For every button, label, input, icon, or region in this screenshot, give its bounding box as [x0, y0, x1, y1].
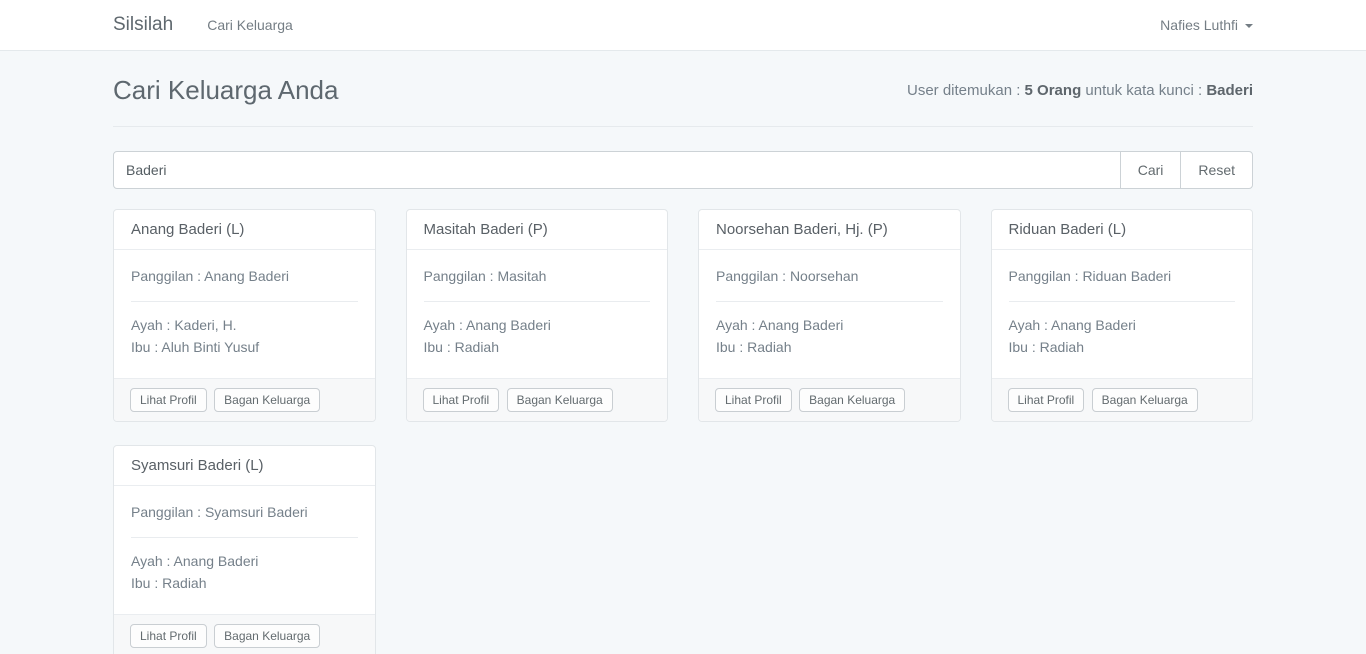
bagan-keluarga-button[interactable]: Bagan Keluarga	[214, 624, 320, 648]
search-input[interactable]	[113, 151, 1121, 189]
person-card: Noorsehan Baderi, Hj. (P) Panggilan : No…	[698, 209, 961, 422]
person-card-footer: Lihat Profil Bagan Keluarga	[407, 378, 668, 421]
person-card-body: Panggilan : Anang Baderi Ayah : Kaderi, …	[114, 250, 375, 378]
person-card-title: Noorsehan Baderi, Hj. (P)	[699, 210, 960, 250]
lihat-profil-button[interactable]: Lihat Profil	[130, 624, 207, 648]
result-prefix: User ditemukan :	[907, 82, 1025, 99]
person-mother: Ibu : Radiah	[1009, 336, 1236, 358]
person-mother: Ibu : Aluh Binti Yusuf	[131, 336, 358, 358]
result-middle: untuk kata kunci :	[1081, 82, 1206, 99]
search-form: Cari Reset	[113, 151, 1253, 189]
lihat-profil-button[interactable]: Lihat Profil	[715, 388, 792, 412]
person-card-body: Panggilan : Syamsuri Baderi Ayah : Anang…	[114, 486, 375, 614]
lihat-profil-button[interactable]: Lihat Profil	[1008, 388, 1085, 412]
person-mother: Ibu : Radiah	[424, 336, 651, 358]
person-card-title: Masitah Baderi (P)	[407, 210, 668, 250]
divider	[131, 301, 358, 302]
result-keyword: Baderi	[1206, 82, 1253, 99]
person-card-title: Anang Baderi (L)	[114, 210, 375, 250]
bagan-keluarga-button[interactable]: Bagan Keluarga	[507, 388, 613, 412]
person-nickname: Panggilan : Syamsuri Baderi	[131, 502, 358, 523]
person-card: Masitah Baderi (P) Panggilan : Masitah A…	[406, 209, 669, 422]
page-title: Cari Keluarga Anda	[113, 75, 338, 106]
divider	[1009, 301, 1236, 302]
person-card-footer: Lihat Profil Bagan Keluarga	[699, 378, 960, 421]
person-mother: Ibu : Radiah	[716, 336, 943, 358]
person-card-title: Riduan Baderi (L)	[992, 210, 1253, 250]
divider	[424, 301, 651, 302]
divider	[131, 537, 358, 538]
lihat-profil-button[interactable]: Lihat Profil	[423, 388, 500, 412]
person-father: Ayah : Kaderi, H.	[131, 314, 358, 336]
person-nickname: Panggilan : Anang Baderi	[131, 266, 358, 287]
bagan-keluarga-button[interactable]: Bagan Keluarga	[799, 388, 905, 412]
person-card-footer: Lihat Profil Bagan Keluarga	[114, 614, 375, 654]
bagan-keluarga-button[interactable]: Bagan Keluarga	[214, 388, 320, 412]
person-nickname: Panggilan : Masitah	[424, 266, 651, 287]
results-grid: Anang Baderi (L) Panggilan : Anang Bader…	[98, 209, 1268, 654]
search-result-summary: User ditemukan : 5 Orang untuk kata kunc…	[907, 82, 1253, 99]
reset-button[interactable]: Reset	[1180, 151, 1253, 189]
person-father: Ayah : Anang Baderi	[716, 314, 943, 336]
divider	[716, 301, 943, 302]
person-father: Ayah : Anang Baderi	[1009, 314, 1236, 336]
navbar: Silsilah Cari Keluarga Nafies Luthfi	[0, 0, 1366, 51]
brand-silsilah[interactable]: Silsilah	[113, 14, 173, 36]
result-card-column: Masitah Baderi (P) Panggilan : Masitah A…	[391, 209, 684, 422]
person-card-footer: Lihat Profil Bagan Keluarga	[114, 378, 375, 421]
result-card-column: Noorsehan Baderi, Hj. (P) Panggilan : No…	[683, 209, 976, 422]
person-card-footer: Lihat Profil Bagan Keluarga	[992, 378, 1253, 421]
nav-item-cari-keluarga[interactable]: Cari Keluarga	[207, 17, 293, 33]
person-card-body: Panggilan : Noorsehan Ayah : Anang Bader…	[699, 250, 960, 378]
result-card-column: Syamsuri Baderi (L) Panggilan : Syamsuri…	[98, 445, 391, 654]
person-mother: Ibu : Radiah	[131, 572, 358, 594]
bagan-keluarga-button[interactable]: Bagan Keluarga	[1092, 388, 1198, 412]
person-nickname: Panggilan : Noorsehan	[716, 266, 943, 287]
person-card: Syamsuri Baderi (L) Panggilan : Syamsuri…	[113, 445, 376, 654]
lihat-profil-button[interactable]: Lihat Profil	[130, 388, 207, 412]
person-father: Ayah : Anang Baderi	[424, 314, 651, 336]
cari-button[interactable]: Cari	[1120, 151, 1182, 189]
person-card-title: Syamsuri Baderi (L)	[114, 446, 375, 486]
person-card: Anang Baderi (L) Panggilan : Anang Bader…	[113, 209, 376, 422]
user-dropdown[interactable]: Nafies Luthfi	[1160, 17, 1253, 33]
user-dropdown-label: Nafies Luthfi	[1160, 17, 1238, 33]
person-card-body: Panggilan : Masitah Ayah : Anang Baderi …	[407, 250, 668, 378]
person-nickname: Panggilan : Riduan Baderi	[1009, 266, 1236, 287]
person-card-body: Panggilan : Riduan Baderi Ayah : Anang B…	[992, 250, 1253, 378]
page-header: Cari Keluarga Anda User ditemukan : 5 Or…	[113, 51, 1253, 127]
result-card-column: Anang Baderi (L) Panggilan : Anang Bader…	[98, 209, 391, 422]
result-count: 5 Orang	[1025, 82, 1082, 99]
person-card: Riduan Baderi (L) Panggilan : Riduan Bad…	[991, 209, 1254, 422]
person-father: Ayah : Anang Baderi	[131, 550, 358, 572]
result-card-column: Riduan Baderi (L) Panggilan : Riduan Bad…	[976, 209, 1269, 422]
caret-down-icon	[1245, 24, 1253, 28]
